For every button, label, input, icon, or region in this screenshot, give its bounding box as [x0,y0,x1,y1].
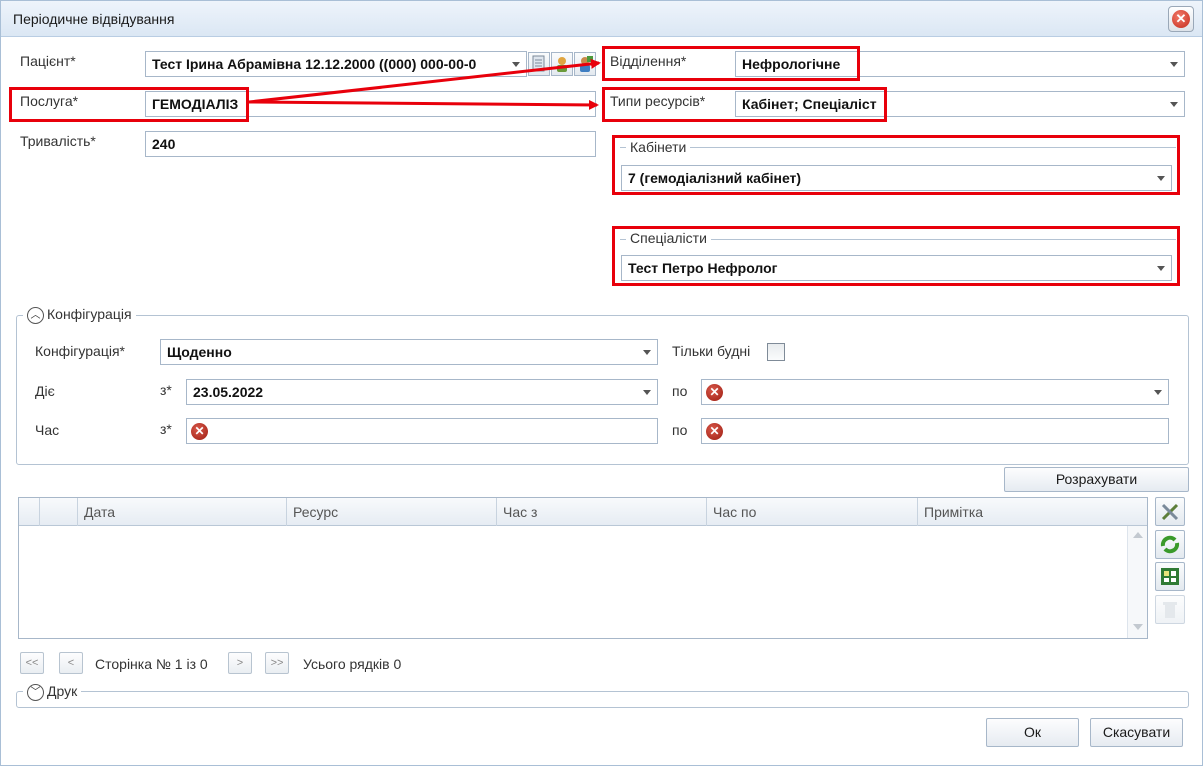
pager-next-button[interactable]: > [228,652,252,674]
grid-scrollbar[interactable] [1127,526,1147,638]
configuration-value: Щоденно [167,344,232,360]
pager-prev-button[interactable]: < [59,652,83,674]
grid-header: Дата Ресурс Час з Час по Примітка [19,498,1147,526]
error-icon: ✕ [191,423,208,440]
error-icon: ✕ [706,384,723,401]
error-icon: ✕ [706,423,723,440]
pager-total-text: Усього рядків 0 [303,656,402,672]
annotation-box-cabinets [612,135,1180,195]
column-note[interactable]: Примітка [917,498,1127,526]
trash-icon [1163,602,1177,618]
time-from-label: з* [160,421,172,437]
dialog-window: Періодичне відвідування ✕ Пацієнт* Тест … [0,0,1203,766]
chevron-down-icon[interactable] [643,350,651,355]
annotation-box-specialists [612,226,1180,286]
active-to-date[interactable]: ✕ [701,379,1169,405]
ok-button[interactable]: Ок [986,718,1079,747]
refresh-tool-button[interactable] [1155,530,1185,559]
time-from-field[interactable]: ✕ [186,418,658,444]
print-group-header[interactable]: ﹀ Друк [23,683,82,701]
print-group [16,691,1189,708]
configuration-combo[interactable]: Щоденно [160,339,658,365]
arrow-to-resource-types [248,99,599,110]
time-label: Час [35,422,60,438]
active-from-date[interactable]: 23.05.2022 [186,379,658,405]
calculate-button[interactable]: Розрахувати [1004,467,1189,492]
column-time-from[interactable]: Час з [496,498,706,526]
chevron-down-icon[interactable] [643,390,651,395]
select-column-header[interactable] [39,498,77,526]
chevron-down-icon[interactable] [1154,390,1162,395]
cancel-button[interactable]: Скасувати [1090,718,1183,747]
expand-icon[interactable]: ﹀ [27,683,44,701]
pager-page-text: Сторінка № 1 із 0 [95,656,208,672]
scroll-down-icon[interactable] [1133,624,1143,630]
column-resource[interactable]: Ресурс [286,498,496,526]
time-to-label: по [672,422,688,438]
configuration-label: Конфігурація* [35,343,125,359]
configuration-group-title: Конфігурація [47,306,132,322]
results-grid: Дата Ресурс Час з Час по Примітка [18,497,1148,639]
print-group-title: Друк [47,683,78,699]
table-tool-button[interactable] [1155,562,1185,591]
row-indicator-header [19,498,39,526]
column-time-to[interactable]: Час по [706,498,917,526]
pager-first-button[interactable]: << [20,652,44,674]
settings-tool-button[interactable] [1155,497,1185,526]
refresh-icon [1160,535,1180,554]
weekdays-checkbox[interactable] [767,343,785,361]
configuration-group-header[interactable]: ︿ Конфігурація [23,306,136,324]
arrow-to-department [248,58,601,104]
table-icon [1161,568,1179,585]
collapse-icon[interactable]: ︿ [27,306,44,324]
time-to-field[interactable]: ✕ [701,418,1169,444]
active-from-label: з* [160,382,172,398]
active-from-value: 23.05.2022 [193,384,264,400]
column-date[interactable]: Дата [77,498,286,526]
pager-last-button[interactable]: >> [265,652,289,674]
scroll-up-icon[interactable] [1133,532,1143,538]
tools-icon [1161,503,1179,521]
active-to-label: по [672,383,688,399]
annotation-arrows [248,58,601,110]
weekdays-label: Тільки будні [672,343,751,359]
delete-tool-button[interactable] [1155,595,1185,624]
active-label: Діє [35,383,55,399]
